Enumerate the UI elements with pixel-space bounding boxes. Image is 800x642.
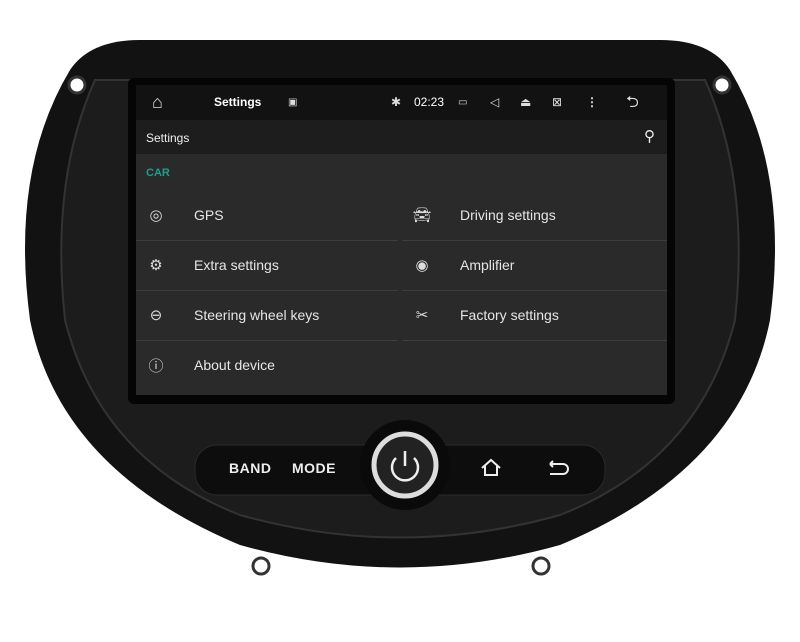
divider xyxy=(402,340,667,341)
back-icon[interactable]: ⮌ xyxy=(626,85,639,120)
setting-steering[interactable]: ⊖ Steering wheel keys xyxy=(136,291,398,339)
gps-icon: ◎ xyxy=(149,207,163,224)
section-header: CAR xyxy=(146,167,170,179)
setting-extra[interactable]: ⚙ Extra settings xyxy=(136,241,398,289)
app-bar: Settings ⚲ xyxy=(136,120,667,154)
status-bar: ⌂ Settings ▣ ✱ 02:23 ▭ ◁ ⏏ ⊠ ⋮ ⮌ xyxy=(136,85,667,120)
home-icon[interactable]: ⌂ xyxy=(152,85,163,120)
setting-driving[interactable]: 🚘︎ Driving settings xyxy=(402,191,667,239)
setting-amplifier[interactable]: ◉ Amplifier xyxy=(402,241,667,289)
steering-wheel-icon: ⊖ xyxy=(149,307,163,324)
gears-icon: ⚙ xyxy=(149,257,163,274)
setting-gps[interactable]: ◎ GPS xyxy=(136,191,398,239)
divider xyxy=(136,240,398,241)
search-icon[interactable]: ⚲ xyxy=(644,127,655,145)
setting-about[interactable]: ⓘ About device xyxy=(136,341,398,389)
tools-icon: ✂ xyxy=(415,307,429,324)
close-screen-icon[interactable]: ⊠ xyxy=(552,85,562,120)
status-title: Settings xyxy=(214,95,262,109)
page-title: Settings xyxy=(146,131,190,145)
car-icon: 🚘︎ xyxy=(412,207,432,224)
divider xyxy=(136,290,398,291)
mode-button[interactable]: MODE xyxy=(292,460,336,476)
screen: ⌂ Settings ▣ ✱ 02:23 ▭ ◁ ⏏ ⊠ ⋮ ⮌ Setting… xyxy=(136,85,667,395)
divider xyxy=(136,340,398,341)
divider xyxy=(402,290,667,291)
clock: 02:23 xyxy=(414,95,445,109)
bluetooth-icon: ✱ xyxy=(391,95,402,109)
speaker-icon: ◉ xyxy=(415,257,429,274)
screenshot-icon[interactable]: ▭ xyxy=(458,85,467,120)
volume-icon[interactable]: ◁ xyxy=(490,85,499,120)
more-icon[interactable]: ⋮ xyxy=(586,85,598,120)
eject-icon[interactable]: ⏏ xyxy=(520,85,531,120)
band-button[interactable]: BAND xyxy=(229,460,271,476)
info-icon: ⓘ xyxy=(148,357,164,375)
setting-factory[interactable]: ✂ Factory settings xyxy=(402,291,667,339)
divider xyxy=(402,240,667,241)
image-icon: ▣ xyxy=(288,97,298,108)
